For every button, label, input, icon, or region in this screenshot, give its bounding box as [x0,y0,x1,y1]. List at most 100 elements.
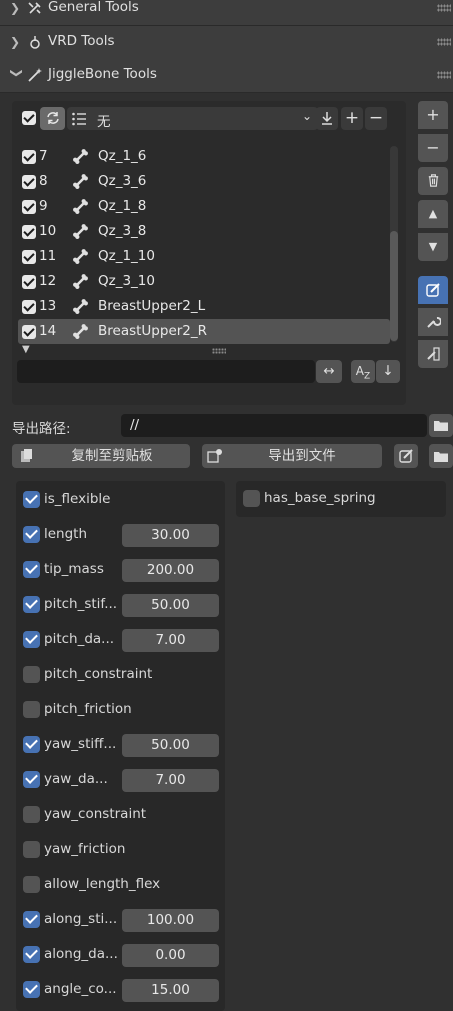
bone-set-dropdown[interactable]: 无 ⌄ [67,107,318,130]
property-value-field[interactable]: 50.00 [122,734,219,757]
chevron-down-icon: ❯ [10,68,24,79]
property-label: yaw_friction [44,841,126,857]
add-set-button[interactable]: + [341,107,363,130]
property-label: length [44,526,88,542]
drag-grip[interactable] [437,71,451,79]
delete-button[interactable] [418,167,448,195]
property-checkbox[interactable] [23,876,40,893]
list-item[interactable]: 8 Qz_3_6 [12,169,392,194]
list-scrollbar[interactable] [390,146,398,342]
move-up-button[interactable]: ▲ [418,200,448,228]
list-item[interactable]: 7 Qz_1_6 [12,144,392,169]
property-value-field[interactable]: 7.00 [122,769,219,792]
chevron-right-icon: ❯ [10,1,21,15]
property-value-field[interactable]: 7.00 [122,629,219,652]
property-checkbox[interactable] [23,771,40,788]
move-down-button[interactable]: ▼ [418,233,448,261]
property-row: along_da... 0.00 [16,944,225,968]
bone-icon [73,274,88,289]
filter-input[interactable] [17,360,315,383]
add-file-icon [207,449,222,463]
add-bone-button[interactable]: + [418,101,448,129]
resize-grip[interactable] [212,348,226,354]
bone-index: 8 [39,173,48,189]
property-checkbox[interactable] [23,561,40,578]
bone-checkbox[interactable] [22,175,36,189]
remove-bone-button[interactable]: − [418,134,448,162]
property-label: is_flexible [44,491,111,507]
property-row: pitch_friction [16,699,225,723]
bone-index: 12 [39,273,57,289]
open-folder-button[interactable] [429,444,453,468]
bone-name: Qz_1_8 [98,198,147,214]
bone-name: Qz_3_10 [98,273,155,289]
bone-index: 9 [39,198,48,214]
apply-button[interactable] [418,340,448,368]
import-button[interactable] [316,107,338,130]
triangle-down-icon[interactable]: ▼ [22,344,30,355]
vrd-icon [30,36,40,49]
dropdown-value: 无 [97,114,111,130]
list-item[interactable]: 14 BreastUpper2_R [18,319,390,344]
panel-general-tools[interactable]: ❯ General Tools [0,0,453,26]
property-row: is_flexible [16,489,225,513]
property-label: pitch_friction [44,701,132,717]
bone-checkbox[interactable] [22,325,36,339]
property-checkbox[interactable] [23,631,40,648]
property-checkbox[interactable] [23,701,40,718]
property-label: pitch_da... [44,631,115,647]
drag-grip[interactable] [437,4,451,12]
property-checkbox[interactable] [23,596,40,613]
invert-filter-button[interactable]: ↔ [316,360,342,383]
property-checkbox[interactable] [23,946,40,963]
sort-reverse-button[interactable]: ↓ [376,360,400,383]
property-checkbox[interactable] [23,841,40,858]
bone-icon [73,324,88,339]
property-value-field[interactable]: 50.00 [122,594,219,617]
list-item[interactable]: 10 Qz_3_8 [12,219,392,244]
export-path-input[interactable]: // [121,414,427,437]
remove-set-button[interactable]: − [365,107,387,130]
edit-mode-button[interactable] [418,276,448,304]
has-base-spring-checkbox[interactable] [243,490,260,507]
property-checkbox[interactable] [23,736,40,753]
property-checkbox[interactable] [23,666,40,683]
property-value-field[interactable]: 15.00 [122,979,219,1002]
property-label: pitch_stif... [44,596,118,612]
property-value-field[interactable]: 200.00 [122,559,219,582]
bone-checkbox[interactable] [22,200,36,214]
list-item[interactable]: 13 BreastUpper2_L [12,294,392,319]
property-checkbox[interactable] [23,806,40,823]
bone-checkbox[interactable] [22,250,36,264]
edit-file-button[interactable] [394,444,418,468]
bone-checkbox[interactable] [22,150,36,164]
property-checkbox[interactable] [23,981,40,998]
list-icon [72,112,86,126]
property-label: allow_length_flex [44,876,161,892]
panel-jigglebone-tools[interactable]: ❯ JiggleBone Tools [0,59,453,93]
select-all-checkbox[interactable] [22,111,36,125]
refresh-button[interactable] [40,107,65,130]
property-value-field[interactable]: 30.00 [122,524,219,547]
list-item[interactable]: 9 Qz_1_8 [12,194,392,219]
drag-grip[interactable] [437,38,451,46]
export-to-file-button[interactable]: 导出到文件 [202,444,382,468]
scrollbar-thumb[interactable] [390,231,398,341]
property-checkbox[interactable] [23,911,40,928]
bone-checkbox[interactable] [22,225,36,239]
list-item[interactable]: 12 Qz_3_10 [12,269,392,294]
browse-folder-button[interactable] [429,414,453,437]
property-checkbox[interactable] [23,491,40,508]
list-item[interactable]: 11 Qz_1_10 [12,244,392,269]
property-value-field[interactable]: 100.00 [122,909,219,932]
property-row: pitch_constraint [16,664,225,688]
bone-checkbox[interactable] [22,300,36,314]
bone-checkbox[interactable] [22,275,36,289]
copy-to-clipboard-button[interactable]: 复制至剪贴板 [12,444,190,468]
sort-alpha-icon: AZ [355,364,371,382]
panel-vrd-tools[interactable]: ❯ VRD Tools [0,26,453,60]
settings-button[interactable] [418,308,448,336]
sort-alpha-button[interactable]: AZ [351,360,375,383]
property-checkbox[interactable] [23,526,40,543]
property-value-field[interactable]: 0.00 [122,944,219,967]
